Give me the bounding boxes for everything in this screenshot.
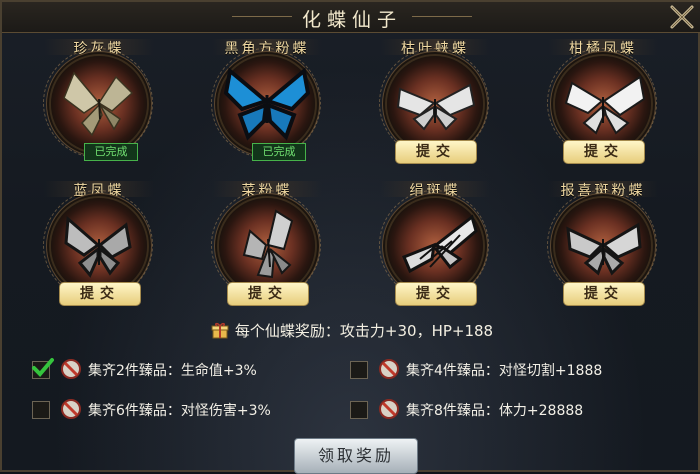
butterfly-card: 柑橘凤蝶 提交 <box>528 36 678 176</box>
butterfly-icon <box>223 67 311 141</box>
butterfly-card: 绢斑蝶 提交 <box>360 178 510 318</box>
butterfly-icon <box>566 222 642 276</box>
completed-badge: 已完成 <box>252 143 306 161</box>
checkmark-icon <box>32 358 54 377</box>
bonus-row: 集齐8件臻品：体力+28888 <box>350 398 670 422</box>
bonus-checkbox[interactable] <box>32 358 54 379</box>
butterfly-card: 蓝凤蝶 提交 <box>24 178 174 318</box>
submit-button[interactable]: 提交 <box>395 282 477 306</box>
bonus-text: 集齐8件臻品：体力+28888 <box>406 403 584 419</box>
title-ornament-right <box>412 16 472 17</box>
bonus-row: 集齐2件臻品：生命值+3% <box>32 358 332 382</box>
bonus-gem-icon <box>61 359 81 379</box>
butterfly-card: 菜粉蝶 提交 <box>192 178 342 318</box>
bonus-row: 集齐4件臻品：对怪切割+1888 <box>350 358 670 382</box>
bonus-checkbox[interactable] <box>32 401 50 419</box>
bonus-checkbox[interactable] <box>350 401 368 419</box>
submit-button[interactable]: 提交 <box>563 140 645 164</box>
gift-icon <box>211 322 229 339</box>
butterfly-card: 报喜斑粉蝶 提交 <box>528 178 678 318</box>
reward-line: 每个仙蝶奖励：攻击力+30，HP+188 <box>2 320 700 341</box>
completed-badge: 已完成 <box>84 143 138 161</box>
submit-button[interactable]: 提交 <box>563 282 645 306</box>
window-title: 化蝶仙子 <box>301 9 402 31</box>
butterfly-fairy-panel: 化蝶仙子 珍灰蝶 已完成 黑角方粉蝶 <box>0 0 700 474</box>
butterfly-card: 珍灰蝶 已完成 <box>24 36 174 176</box>
submit-button[interactable]: 提交 <box>227 282 309 306</box>
bonus-text: 集齐4件臻品：对怪切割+1888 <box>406 363 603 379</box>
butterfly-icon <box>564 75 646 135</box>
submit-button[interactable]: 提交 <box>59 282 141 306</box>
close-icon <box>670 5 694 29</box>
bonus-checkbox[interactable] <box>350 361 368 379</box>
butterfly-card: 黑角方粉蝶 已完成 <box>192 36 342 176</box>
bonus-gem-icon <box>379 399 399 419</box>
butterfly-icon <box>242 209 294 279</box>
bonus-gem-icon <box>379 359 399 379</box>
butterfly-icon <box>402 214 478 274</box>
butterfly-icon <box>64 215 132 278</box>
bonus-row: 集齐6件臻品：对怪伤害+3% <box>32 398 332 422</box>
reward-text: 每个仙蝶奖励：攻击力+30，HP+188 <box>234 322 494 340</box>
butterfly-icon <box>396 83 476 131</box>
bonus-text: 集齐6件臻品：对怪伤害+3% <box>88 403 271 419</box>
title-bar: 化蝶仙子 <box>2 2 700 33</box>
claim-reward-button[interactable]: 领取奖励 <box>294 438 418 474</box>
butterfly-icon <box>63 71 134 137</box>
submit-button[interactable]: 提交 <box>395 140 477 164</box>
bonus-gem-icon <box>61 399 81 419</box>
butterfly-card: 枯叶蛱蝶 提交 <box>360 36 510 176</box>
bonus-text: 集齐2件臻品：生命值+3% <box>88 363 257 379</box>
close-button[interactable] <box>668 3 696 31</box>
